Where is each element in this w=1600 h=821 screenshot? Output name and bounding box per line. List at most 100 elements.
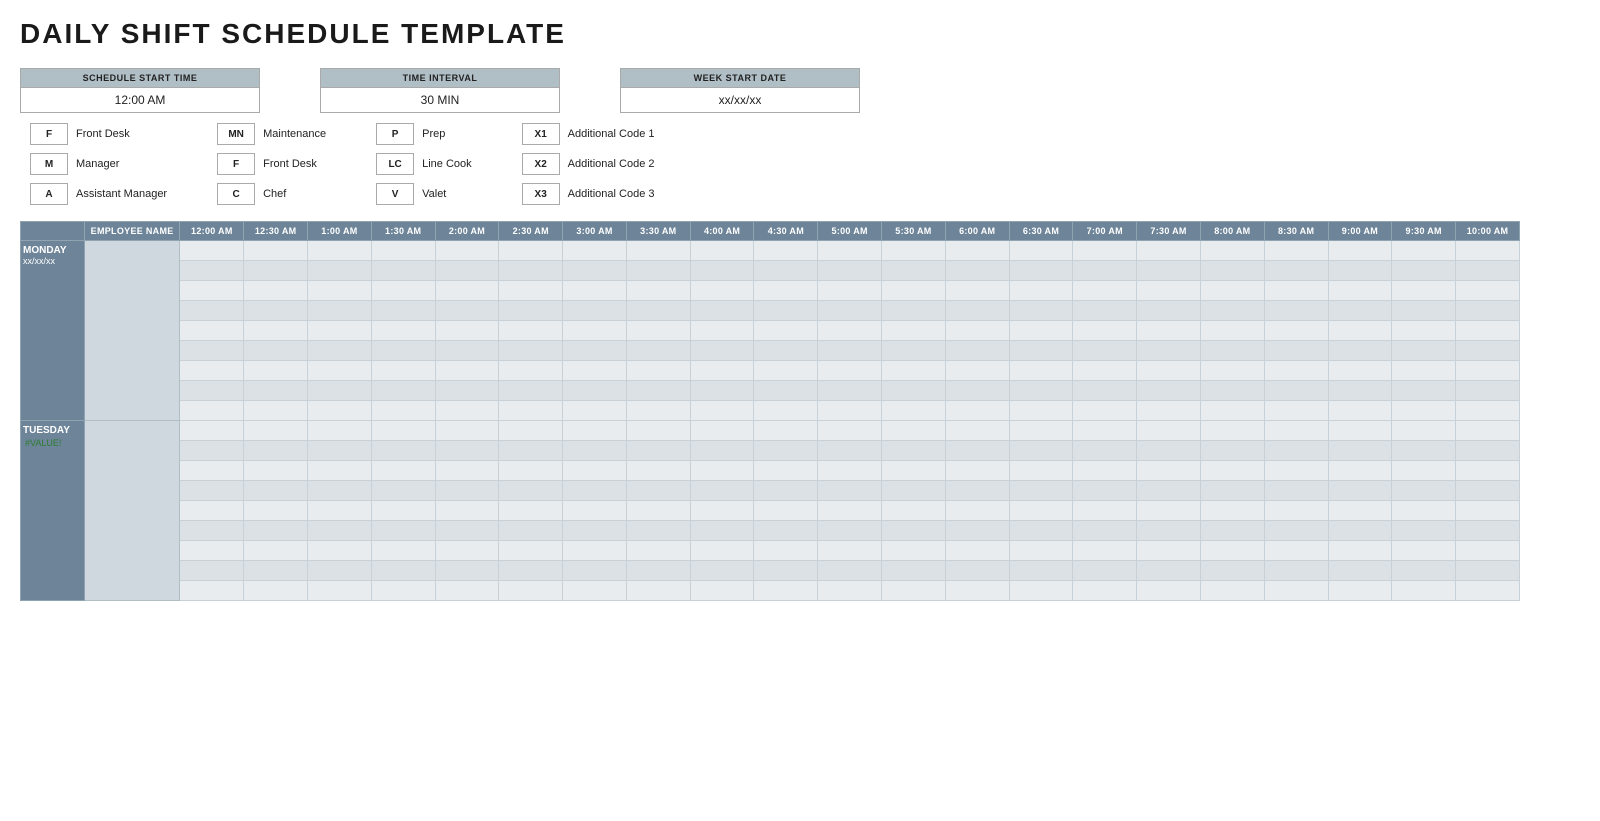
data-cell[interactable] — [1392, 241, 1456, 261]
data-cell[interactable] — [371, 541, 435, 561]
data-cell[interactable] — [1073, 501, 1137, 521]
data-cell[interactable] — [499, 481, 563, 501]
data-cell[interactable] — [945, 261, 1009, 281]
data-cell[interactable] — [1456, 561, 1520, 581]
data-cell[interactable] — [1073, 241, 1137, 261]
data-cell[interactable] — [435, 361, 499, 381]
data-cell[interactable] — [1009, 341, 1073, 361]
data-cell[interactable] — [499, 521, 563, 541]
data-cell[interactable] — [1073, 581, 1137, 601]
data-cell[interactable] — [1073, 361, 1137, 381]
data-cell[interactable] — [1200, 561, 1264, 581]
data-cell[interactable] — [244, 341, 308, 361]
data-cell[interactable] — [945, 581, 1009, 601]
data-cell[interactable] — [1328, 581, 1392, 601]
data-cell[interactable] — [371, 321, 435, 341]
data-cell[interactable] — [308, 581, 372, 601]
data-cell[interactable] — [818, 461, 882, 481]
data-cell[interactable] — [1328, 341, 1392, 361]
data-cell[interactable] — [1137, 261, 1201, 281]
data-cell[interactable] — [180, 581, 244, 601]
data-cell[interactable] — [1264, 441, 1328, 461]
data-cell[interactable] — [1009, 401, 1073, 421]
data-cell[interactable] — [244, 241, 308, 261]
data-cell[interactable] — [626, 421, 690, 441]
data-cell[interactable] — [180, 341, 244, 361]
data-cell[interactable] — [563, 501, 627, 521]
data-cell[interactable] — [818, 381, 882, 401]
data-cell[interactable] — [1328, 261, 1392, 281]
data-cell[interactable] — [690, 361, 754, 381]
data-cell[interactable] — [435, 241, 499, 261]
data-cell[interactable] — [1264, 541, 1328, 561]
data-cell[interactable] — [499, 241, 563, 261]
data-cell[interactable] — [244, 561, 308, 581]
data-cell[interactable] — [1392, 281, 1456, 301]
data-cell[interactable] — [180, 261, 244, 281]
data-cell[interactable] — [882, 281, 946, 301]
data-cell[interactable] — [371, 561, 435, 581]
data-cell[interactable] — [1073, 281, 1137, 301]
data-cell[interactable] — [563, 381, 627, 401]
employee-name-cell[interactable] — [84, 241, 180, 421]
data-cell[interactable] — [1137, 281, 1201, 301]
data-cell[interactable] — [1328, 521, 1392, 541]
data-cell[interactable] — [1200, 501, 1264, 521]
data-cell[interactable] — [435, 381, 499, 401]
data-cell[interactable] — [180, 361, 244, 381]
data-cell[interactable] — [754, 361, 818, 381]
data-cell[interactable] — [882, 521, 946, 541]
data-cell[interactable] — [818, 281, 882, 301]
data-cell[interactable] — [244, 261, 308, 281]
data-cell[interactable] — [1009, 241, 1073, 261]
data-cell[interactable] — [626, 461, 690, 481]
data-cell[interactable] — [1137, 421, 1201, 441]
data-cell[interactable] — [1137, 361, 1201, 381]
data-cell[interactable] — [626, 581, 690, 601]
data-cell[interactable] — [371, 261, 435, 281]
data-cell[interactable] — [1073, 261, 1137, 281]
data-cell[interactable] — [818, 401, 882, 421]
data-cell[interactable] — [371, 381, 435, 401]
data-cell[interactable] — [308, 301, 372, 321]
data-cell[interactable] — [882, 461, 946, 481]
data-cell[interactable] — [1073, 481, 1137, 501]
data-cell[interactable] — [818, 421, 882, 441]
data-cell[interactable] — [563, 321, 627, 341]
data-cell[interactable] — [1200, 341, 1264, 361]
data-cell[interactable] — [1200, 521, 1264, 541]
data-cell[interactable] — [1392, 461, 1456, 481]
data-cell[interactable] — [499, 381, 563, 401]
data-cell[interactable] — [1456, 361, 1520, 381]
data-cell[interactable] — [1200, 241, 1264, 261]
data-cell[interactable] — [882, 361, 946, 381]
data-cell[interactable] — [882, 401, 946, 421]
data-cell[interactable] — [754, 401, 818, 421]
data-cell[interactable] — [626, 541, 690, 561]
data-cell[interactable] — [435, 401, 499, 421]
data-cell[interactable] — [690, 441, 754, 461]
data-cell[interactable] — [1456, 341, 1520, 361]
data-cell[interactable] — [1009, 581, 1073, 601]
time-interval-value[interactable]: 30 MIN — [320, 88, 560, 113]
data-cell[interactable] — [754, 501, 818, 521]
data-cell[interactable] — [818, 361, 882, 381]
data-cell[interactable] — [499, 421, 563, 441]
data-cell[interactable] — [499, 441, 563, 461]
data-cell[interactable] — [626, 241, 690, 261]
data-cell[interactable] — [1328, 441, 1392, 461]
data-cell[interactable] — [1264, 321, 1328, 341]
data-cell[interactable] — [1009, 261, 1073, 281]
data-cell[interactable] — [1200, 321, 1264, 341]
data-cell[interactable] — [1392, 341, 1456, 361]
data-cell[interactable] — [1137, 581, 1201, 601]
data-cell[interactable] — [563, 241, 627, 261]
data-cell[interactable] — [435, 321, 499, 341]
data-cell[interactable] — [690, 341, 754, 361]
data-cell[interactable] — [626, 321, 690, 341]
data-cell[interactable] — [308, 541, 372, 561]
data-cell[interactable] — [1456, 261, 1520, 281]
data-cell[interactable] — [690, 581, 754, 601]
data-cell[interactable] — [180, 321, 244, 341]
data-cell[interactable] — [1073, 521, 1137, 541]
